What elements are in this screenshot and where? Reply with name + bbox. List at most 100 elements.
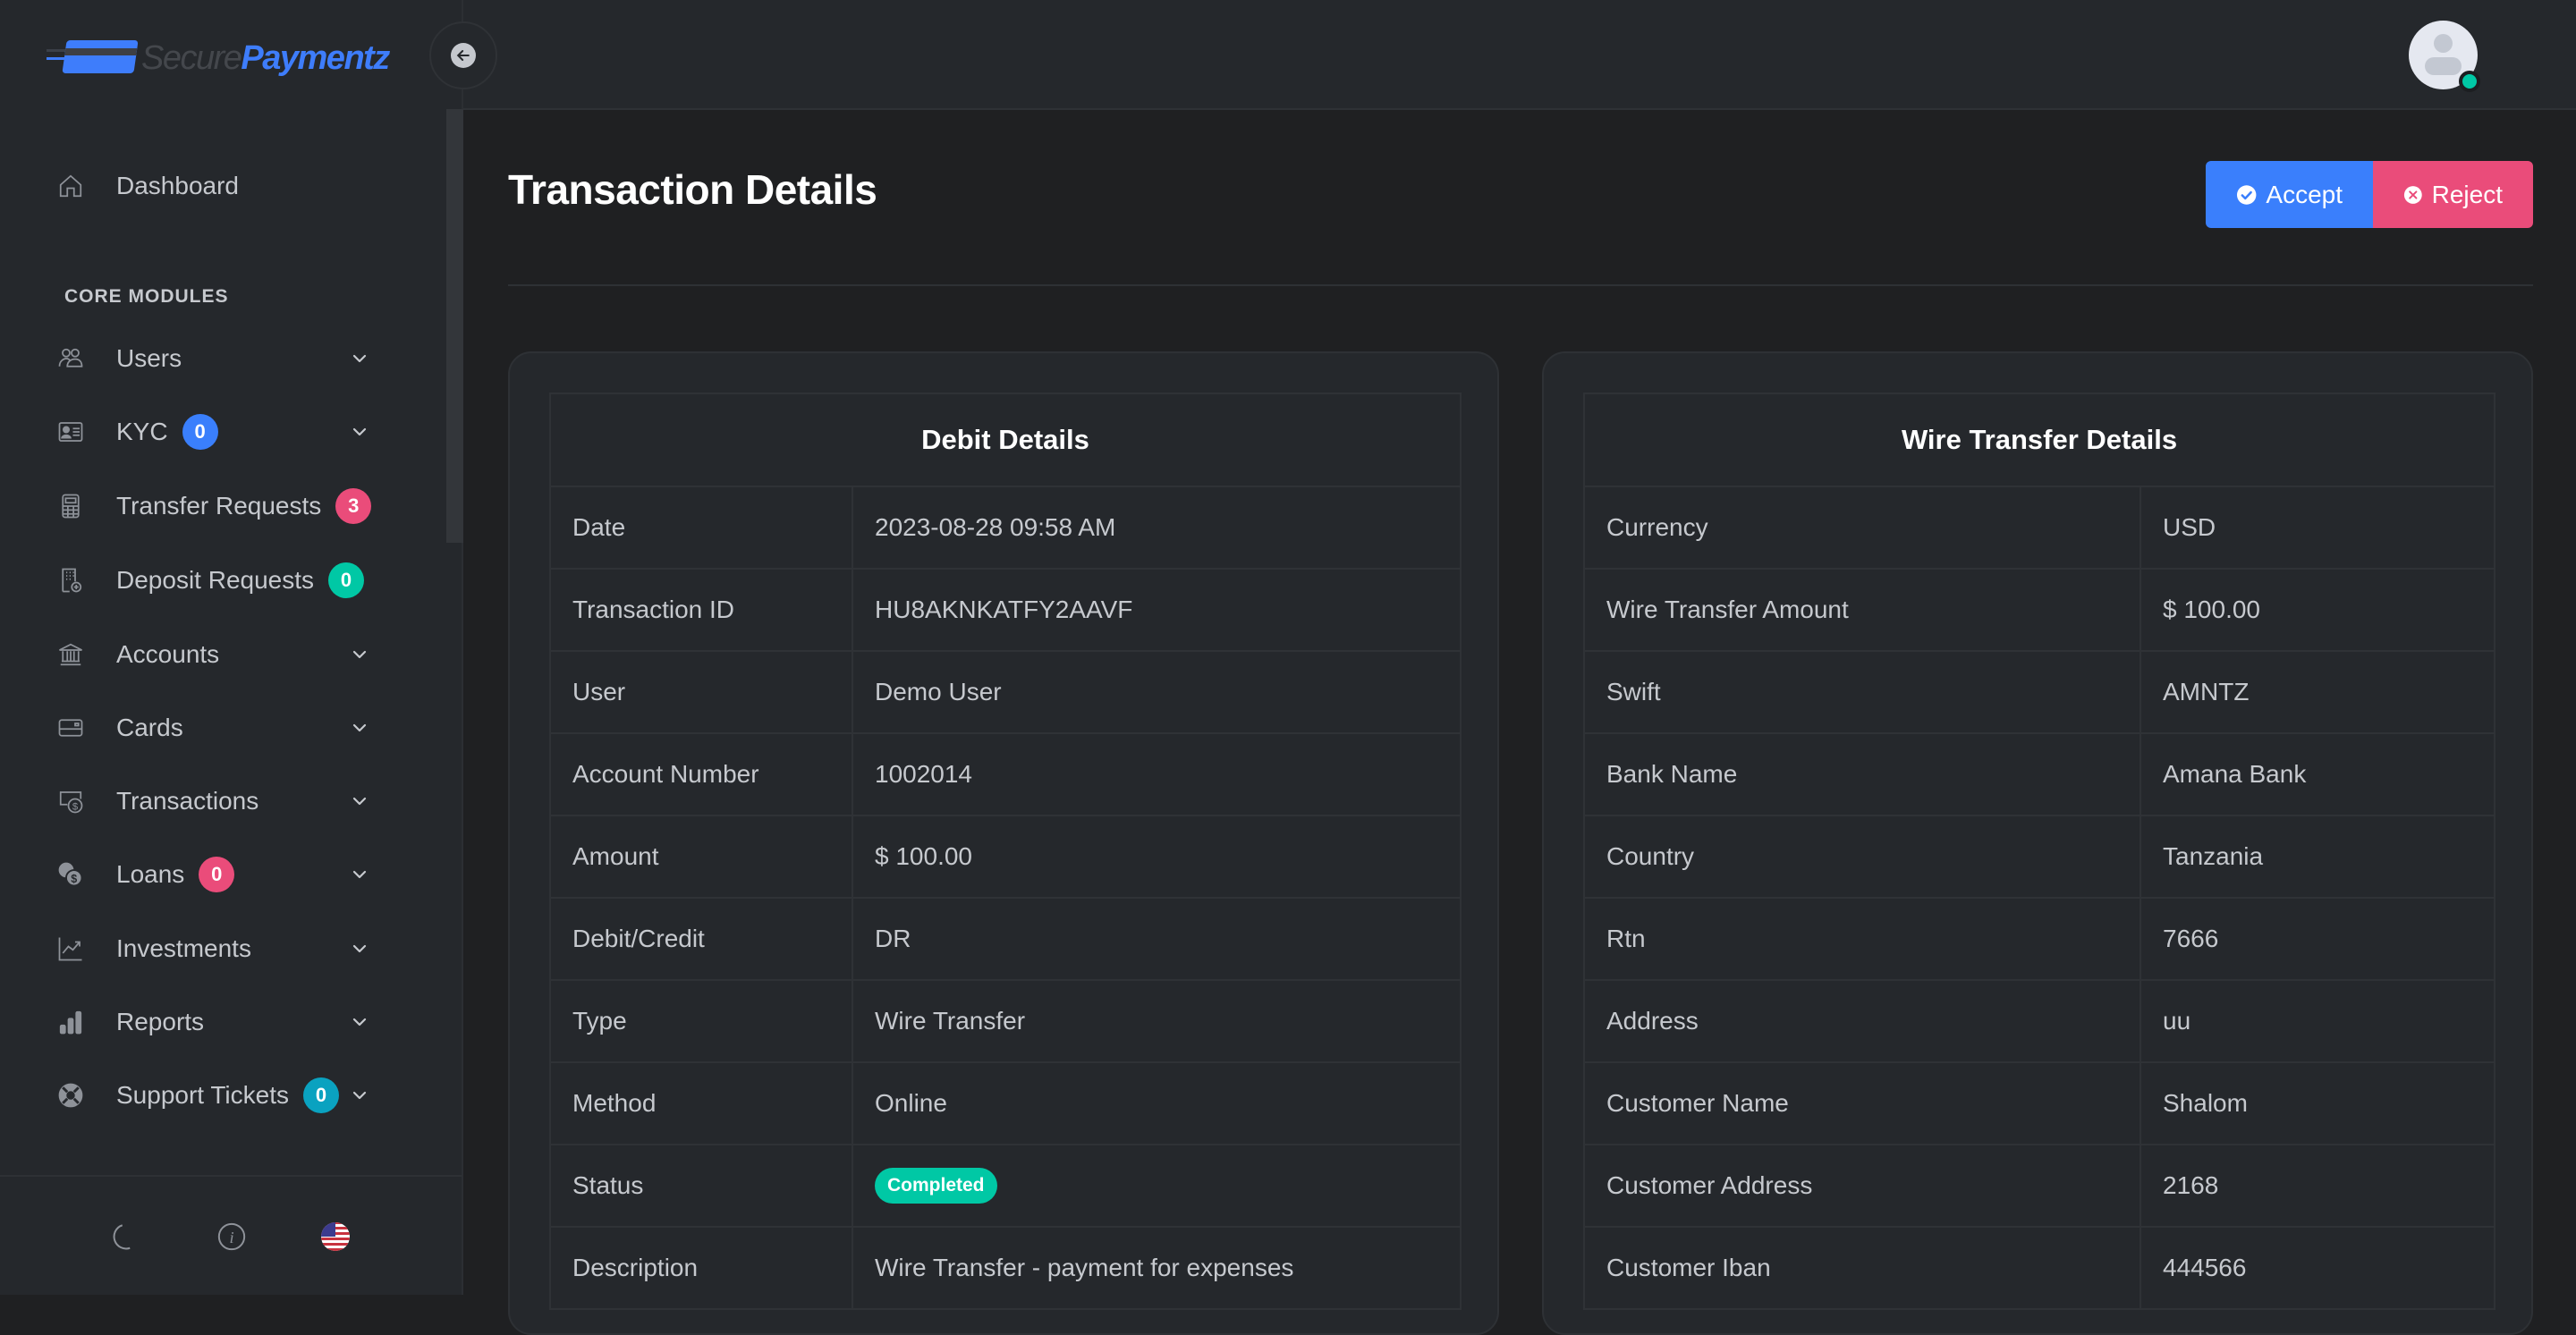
sidebar-item-label: Investments [116, 934, 251, 962]
sidebar-item-support-tickets[interactable]: Support Tickets 0 [57, 1069, 397, 1122]
brand-logo[interactable]: SecurePaymentz [47, 36, 390, 80]
transaction-id-cell: HU8AKNKATFY2AAVF [852, 568, 1462, 652]
lifebuoy-icon [57, 1082, 84, 1109]
debit-credit-cell: DR [852, 897, 1462, 981]
table-row: Description Wire Transfer - payment for e… [549, 1226, 1462, 1310]
account-number-label: Account Number [549, 732, 853, 816]
table-row: Account Number 1002014 [549, 732, 1462, 816]
sidebar-scrollbar[interactable] [446, 109, 463, 543]
sidebar-item-label: Loans [116, 860, 185, 888]
wire-transfer-details-card: Wire Transfer Details Currency USD Wire Tr… [1542, 351, 2533, 1335]
sidebar-item-investments[interactable]: Investments [57, 922, 397, 976]
customer-iban-value: 444566 [2163, 1254, 2247, 1281]
top-header [463, 0, 2576, 110]
table-row: Rtn 7666 [1583, 897, 2496, 981]
wire-transfer-amount-value: $ 100.00 [2163, 596, 2260, 623]
table-row: Country Tanzania [1583, 815, 2496, 899]
us-flag-icon[interactable] [320, 1221, 351, 1252]
chevron-down-icon[interactable] [349, 643, 370, 664]
sidebar-item-kyc[interactable]: KYC 0 [57, 405, 397, 459]
sidebar-item-loans[interactable]: $ Loans 0 [57, 848, 397, 901]
status-badge: Completed [875, 1168, 997, 1204]
sidebar-item-label: Transactions [116, 787, 259, 815]
currency-value: USD [2163, 513, 2216, 541]
moon-icon[interactable] [111, 1221, 141, 1252]
count-badge: 0 [182, 414, 218, 450]
method-value: Online [875, 1089, 947, 1117]
sidebar-item-transfer-requests[interactable]: Transfer Requests 3 [57, 479, 397, 533]
amount-cell: $ 100.00 [852, 815, 1462, 899]
arrow-left-icon [451, 43, 476, 68]
table-row: Amount $ 100.00 [549, 815, 1462, 899]
chevron-down-icon[interactable] [349, 937, 370, 959]
debit-credit-value: DR [875, 925, 911, 952]
rtn-value: 7666 [2163, 925, 2219, 952]
home-icon [57, 173, 84, 199]
swift-value: AMNTZ [2163, 678, 2250, 706]
customer-address-label: Customer Address [1583, 1144, 2141, 1228]
sidebar-item-accounts[interactable]: Accounts [57, 628, 397, 681]
sidebar-item-label: Dashboard [116, 172, 239, 199]
chevron-down-icon[interactable] [349, 420, 370, 442]
user-avatar[interactable] [2409, 21, 2480, 92]
chevron-down-icon[interactable] [349, 863, 370, 884]
date-value: 2023-08-28 09:58 AM [875, 513, 1116, 541]
wire-transfer-amount-label: Wire Transfer Amount [1583, 568, 2141, 652]
sidebar-item-users[interactable]: Users [57, 332, 397, 385]
chevron-down-icon[interactable] [349, 1084, 370, 1105]
swift-cell: AMNTZ [2140, 650, 2496, 734]
sidebar-footer: i [0, 1175, 462, 1295]
bank-name-cell: Amana Bank [2140, 732, 2496, 816]
table-row: Address uu [1583, 979, 2496, 1063]
count-badge: 0 [328, 562, 365, 598]
section-label-core-modules: CORE MODULES [64, 286, 229, 307]
table-row: Debit/Credit DR [549, 897, 1462, 981]
sidebar-item-label: Support Tickets [116, 1081, 289, 1109]
customer-name-cell: Shalom [2140, 1061, 2496, 1145]
info-icon[interactable]: i [216, 1221, 247, 1252]
currency-label: Currency [1583, 486, 2141, 570]
table-row: Customer Iban 444566 [1583, 1226, 2496, 1310]
country-cell: Tanzania [2140, 815, 2496, 899]
sidebar-item-dashboard[interactable]: Dashboard [57, 159, 397, 213]
sidebar-item-label: Users [116, 344, 182, 372]
reject-button[interactable]: Reject [2373, 161, 2533, 228]
chevron-down-icon[interactable] [349, 1010, 370, 1032]
brand-name: SecurePaymentz [141, 38, 390, 78]
sidebar-item-label: Transfer Requests [116, 492, 322, 520]
table-row: Status Completed [549, 1144, 1462, 1228]
table-row: Currency USD [1583, 486, 2496, 570]
status-label: Status [549, 1144, 853, 1228]
bar-chart-icon [57, 1009, 84, 1035]
sidebar-item-deposit-requests[interactable]: Deposit Requests 0 [57, 553, 397, 607]
transaction-id-value: HU8AKNKATFY2AAVF [875, 596, 1133, 623]
x-circle-icon [2403, 185, 2422, 204]
sidebar-item-reports[interactable]: Reports [57, 995, 397, 1049]
coins-icon: $ [57, 861, 84, 888]
chevron-down-icon[interactable] [349, 347, 370, 368]
currency-cell: USD [2140, 486, 2496, 570]
sidebar-item-transactions[interactable]: $ Transactions [57, 774, 397, 828]
debit-credit-label: Debit/Credit [549, 897, 853, 981]
count-badge: 0 [199, 857, 235, 892]
users-icon [57, 345, 84, 372]
sidebar-item-label: KYC [116, 418, 168, 445]
online-status-indicator [2459, 71, 2480, 92]
type-value: Wire Transfer [875, 1007, 1026, 1035]
collapse-sidebar-toggle[interactable] [429, 21, 497, 89]
country-label: Country [1583, 815, 2141, 899]
chevron-down-icon[interactable] [349, 716, 370, 738]
debit-details-table: Debit Details Date 2023-08-28 09:58 AM Tra… [549, 393, 1462, 1310]
date-cell: 2023-08-28 09:58 AM [852, 486, 1462, 570]
wire-transfer-amount-cell: $ 100.00 [2140, 568, 2496, 652]
user-cell: Demo User [852, 650, 1462, 734]
amount-label: Amount [549, 815, 853, 899]
credit-card-logo-icon [47, 40, 139, 76]
count-badge: 0 [302, 1077, 339, 1113]
chevron-down-icon[interactable] [349, 790, 370, 811]
debit-details-title: Debit Details [549, 393, 1462, 487]
sidebar-item-cards[interactable]: Cards [57, 701, 397, 755]
brand-name-part2: Paymentz [241, 38, 390, 77]
check-circle-icon [2236, 184, 2257, 205]
accept-button[interactable]: Accept [2206, 161, 2373, 228]
